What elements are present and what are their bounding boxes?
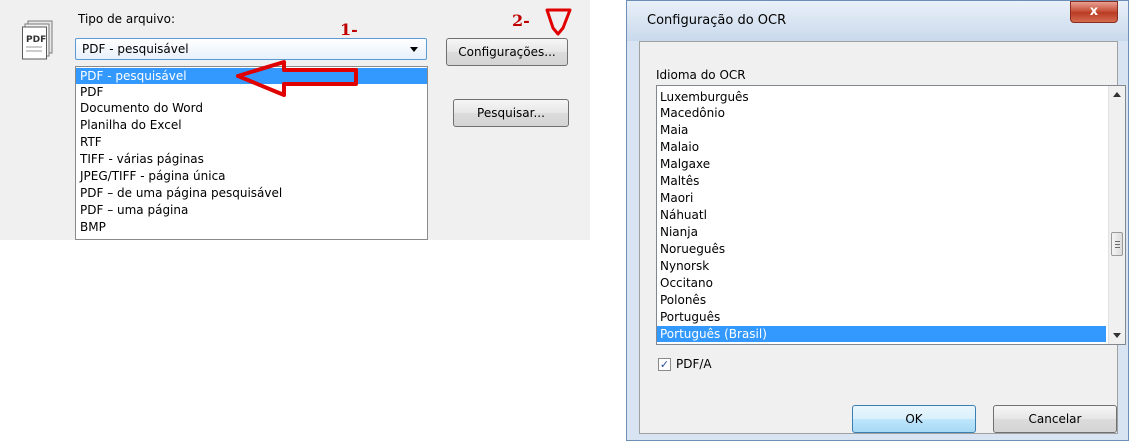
- language-item[interactable]: Maia: [657, 122, 1106, 138]
- pdfa-checkbox[interactable]: ✓: [658, 358, 671, 371]
- language-item[interactable]: Português: [657, 309, 1106, 325]
- arrow-annotation-icon: [236, 60, 358, 97]
- scroll-thumb[interactable]: [1111, 232, 1123, 256]
- ok-button[interactable]: OK: [852, 405, 976, 433]
- checkmark-icon: ✓: [659, 358, 670, 371]
- language-item[interactable]: Nianja: [657, 224, 1106, 240]
- dialog-title: Configuração do OCR: [647, 13, 787, 28]
- down-arrow-annotation-icon: [545, 8, 572, 36]
- language-list-scrollbar[interactable]: [1108, 86, 1125, 344]
- language-item[interactable]: Maori: [657, 190, 1106, 206]
- scroll-up-icon[interactable]: [1113, 92, 1121, 97]
- language-item[interactable]: Malaio: [657, 139, 1106, 155]
- language-item[interactable]: Polonês: [657, 292, 1106, 308]
- language-item[interactable]: Norueguês: [657, 241, 1106, 257]
- language-item[interactable]: Nynorsk: [657, 258, 1106, 274]
- language-item[interactable]: Malgaxe: [657, 156, 1106, 172]
- language-item[interactable]: Náhuatl: [657, 207, 1106, 223]
- close-button[interactable]: x: [1070, 1, 1118, 23]
- language-item[interactable]: Maltês: [657, 173, 1106, 189]
- language-item[interactable]: Português (Brasil): [657, 326, 1106, 342]
- pdfa-label[interactable]: PDF/A: [676, 357, 712, 371]
- language-item[interactable]: Occitano: [657, 275, 1106, 291]
- ocr-language-label: Idioma do OCR: [656, 68, 746, 82]
- language-item[interactable]: Macedônio: [657, 105, 1106, 121]
- grip-icon: [1115, 241, 1120, 248]
- ocr-language-list[interactable]: Luxemburguês Macedônio Maia Malaio Malga…: [656, 85, 1126, 345]
- close-icon: x: [1089, 4, 1099, 19]
- cancel-button[interactable]: Cancelar: [993, 405, 1117, 433]
- dialog-titlebar[interactable]: Configuração do OCR x: [627, 1, 1128, 41]
- scroll-down-icon[interactable]: [1113, 333, 1121, 338]
- language-item[interactable]: Luxemburguês: [657, 89, 1106, 105]
